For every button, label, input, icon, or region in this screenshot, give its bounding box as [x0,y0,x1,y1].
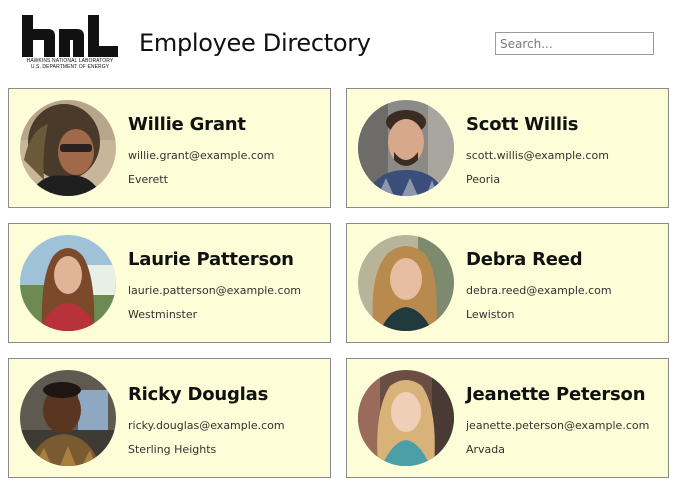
employee-email: ricky.douglas@example.com [128,419,285,432]
employee-avatar [358,370,454,466]
employee-card[interactable]: Ricky Douglas ricky.douglas@example.com … [8,358,331,478]
employee-avatar [20,100,116,196]
employee-name: Debra Reed [466,249,583,270]
employee-name: Jeanette Peterson [466,384,646,405]
employee-avatar [358,100,454,196]
employee-card[interactable]: Jeanette Peterson jeanette.peterson@exam… [346,358,669,478]
employee-card[interactable]: Scott Willis scott.willis@example.com Pe… [346,88,669,208]
employee-avatar [20,235,116,331]
employee-email: debra.reed@example.com [466,284,612,297]
employee-city: Peoria [466,173,501,186]
employee-grid: Willie Grant willie.grant@example.com Ev… [0,0,678,480]
employee-avatar [20,370,116,466]
employee-email: scott.willis@example.com [466,149,609,162]
employee-email: laurie.patterson@example.com [128,284,302,297]
employee-avatar [358,235,454,331]
employee-email: willie.grant@example.com [128,149,275,162]
employee-city: Sterling Heights [128,443,217,456]
employee-city: Arvada [466,443,506,456]
employee-card[interactable]: Laurie Patterson laurie.patterson@exampl… [8,223,331,343]
employee-email: jeanette.peterson@example.com [466,419,650,432]
employee-city: Lewiston [466,308,515,321]
employee-name: Scott Willis [466,114,579,135]
employee-card[interactable]: Willie Grant willie.grant@example.com Ev… [8,88,331,208]
employee-city: Westminster [128,308,198,321]
employee-name: Willie Grant [128,114,246,135]
employee-name: Laurie Patterson [128,249,294,270]
employee-card[interactable]: Debra Reed debra.reed@example.com Lewist… [346,223,669,343]
employee-city: Everett [128,173,168,186]
employee-name: Ricky Douglas [128,384,269,405]
